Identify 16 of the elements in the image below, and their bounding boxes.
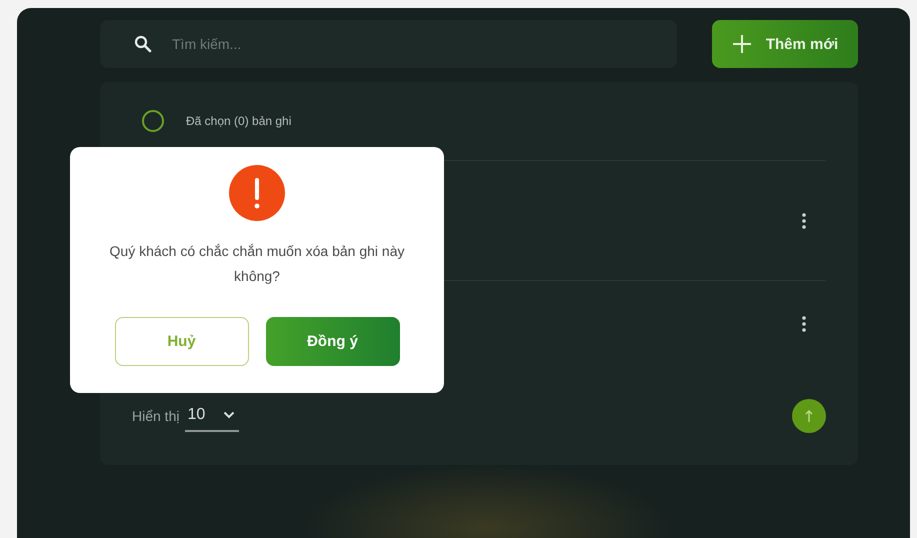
add-new-button[interactable]: Thêm mới <box>712 20 858 68</box>
chevron-down-icon <box>223 411 236 419</box>
more-options-icon[interactable] <box>802 316 806 332</box>
plus-icon <box>732 34 752 54</box>
confirm-message: Quý khách có chắc chắn muốn xóa bản ghi này không? <box>108 242 406 286</box>
selection-count-text: Đã chọn (0) bản ghi <box>186 114 292 128</box>
arrow-up-icon <box>805 409 813 423</box>
more-options-icon[interactable] <box>802 212 806 228</box>
cancel-button[interactable]: Huỷ <box>114 317 248 366</box>
search-field[interactable]: Tìm kiếm... <box>100 20 677 68</box>
confirm-button[interactable]: Đồng ý <box>266 317 400 366</box>
select-all-checkbox[interactable] <box>142 110 164 132</box>
scroll-to-top-button[interactable] <box>792 399 826 433</box>
warning-icon <box>229 165 285 221</box>
page-size-select[interactable]: 10 <box>185 400 240 432</box>
page-size-label: Hiển thị <box>132 408 180 424</box>
